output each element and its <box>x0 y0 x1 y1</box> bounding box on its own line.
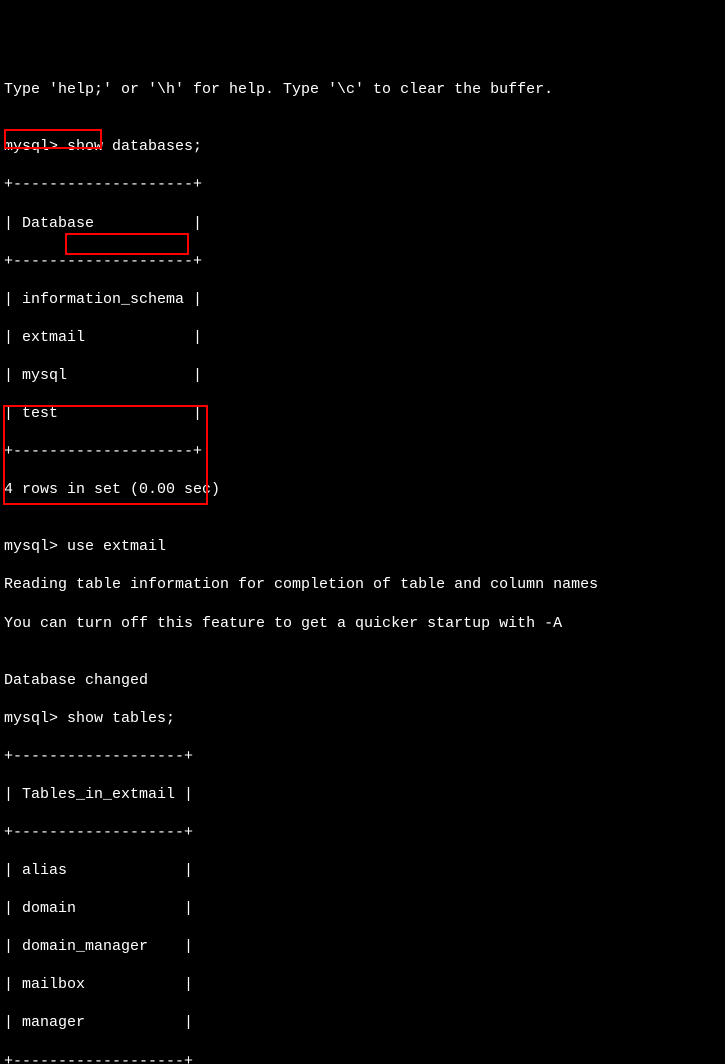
result-summary: 4 rows in set (0.00 sec) <box>4 480 721 499</box>
db-row-information-schema: | information_schema | <box>4 290 721 309</box>
info-turn-off-feature: You can turn off this feature to get a q… <box>4 614 721 633</box>
info-reading-tables: Reading table information for completion… <box>4 575 721 594</box>
table-border: +--------------------+ <box>4 442 721 461</box>
table-row-domain-manager: | domain_manager | <box>4 937 721 956</box>
table-border: +-------------------+ <box>4 1052 721 1064</box>
table-border: +--------------------+ <box>4 252 721 271</box>
column-header-tables: | Tables_in_extmail | <box>4 785 721 804</box>
db-row-mysql: | mysql | <box>4 366 721 385</box>
db-row-extmail: | extmail | <box>4 328 721 347</box>
info-database-changed: Database changed <box>4 671 721 690</box>
column-header-database: | Database | <box>4 214 721 233</box>
table-border: +--------------------+ <box>4 175 721 194</box>
mysql-prompt-show-tables[interactable]: mysql> show tables; <box>4 709 721 728</box>
table-row-mailbox: | mailbox | <box>4 975 721 994</box>
table-border: +-------------------+ <box>4 823 721 842</box>
db-row-test: | test | <box>4 404 721 423</box>
mysql-prompt-show-databases[interactable]: mysql> show databases; <box>4 137 721 156</box>
table-row-manager: | manager | <box>4 1013 721 1032</box>
table-border: +-------------------+ <box>4 747 721 766</box>
table-row-domain: | domain | <box>4 899 721 918</box>
mysql-prompt-use-extmail[interactable]: mysql> use extmail <box>4 537 721 556</box>
intro-text: Type 'help;' or '\h' for help. Type '\c'… <box>4 80 721 99</box>
table-row-alias: | alias | <box>4 861 721 880</box>
